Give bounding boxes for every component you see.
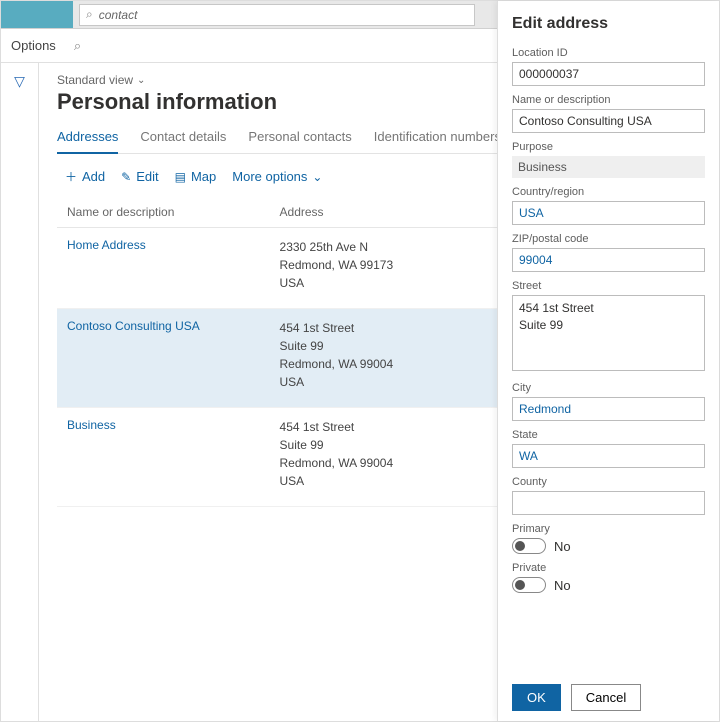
input-country[interactable] [512,201,705,225]
label-city: City [512,382,705,394]
input-city[interactable] [512,397,705,421]
label-zip: ZIP/postal code [512,233,705,245]
toggle-primary-value: No [554,539,571,554]
input-name[interactable] [512,109,705,133]
label-primary: Primary [512,523,705,535]
label-state: State [512,429,705,441]
field-primary: Primary No [512,523,705,554]
field-county: County [512,476,705,515]
col-address[interactable]: Address [270,197,528,228]
more-label: More options [232,169,307,184]
add-label: Add [82,169,105,184]
field-name: Name or description [512,94,705,133]
tab-identification-numbers[interactable]: Identification numbers [374,129,501,153]
more-options-button[interactable]: More options ⌄ [232,169,322,184]
map-label: Map [191,169,216,184]
toggle-private[interactable] [512,577,546,593]
input-street[interactable] [512,295,705,371]
pencil-icon: ✎ [121,170,131,184]
field-street: Street [512,280,705,374]
filter-icon[interactable]: ▽ [14,73,25,721]
edit-button[interactable]: ✎ Edit [121,169,158,184]
cell-name[interactable]: Business [57,408,270,507]
plus-icon: ＋ [65,168,77,185]
input-county[interactable] [512,491,705,515]
cancel-button[interactable]: Cancel [571,684,641,711]
search-icon: ⌕ [86,7,93,22]
toolbar-search-icon[interactable]: ⌕ [74,38,81,54]
cell-name[interactable]: Home Address [57,228,270,309]
field-location-id: Location ID [512,47,705,86]
label-purpose: Purpose [512,141,705,153]
pane-footer: OK Cancel [512,672,705,711]
input-zip[interactable] [512,248,705,272]
toggle-primary[interactable] [512,538,546,554]
cell-address: 2330 25th Ave NRedmond, WA 99173USA [270,228,528,309]
edit-label: Edit [136,169,158,184]
view-label: Standard view [57,73,133,87]
app-brand-block [1,1,73,28]
readonly-purpose: Business [512,156,705,178]
cell-name[interactable]: Contoso Consulting USA [57,309,270,408]
col-name[interactable]: Name or description [57,197,270,228]
left-gutter: ▽ [1,63,39,721]
label-private: Private [512,562,705,574]
map-icon: ▤ [175,170,186,184]
label-name: Name or description [512,94,705,106]
field-private: Private No [512,562,705,593]
cell-address: 454 1st StreetSuite 99Redmond, WA 99004U… [270,309,528,408]
field-zip: ZIP/postal code [512,233,705,272]
tab-addresses[interactable]: Addresses [57,129,118,154]
chevron-down-icon: ⌄ [137,75,145,86]
field-purpose: Purpose Business [512,141,705,178]
options-menu[interactable]: Options [11,38,56,53]
field-country: Country/region [512,186,705,225]
input-location-id[interactable] [512,62,705,86]
global-search-input[interactable] [99,8,468,22]
label-country: Country/region [512,186,705,198]
tab-contact-details[interactable]: Contact details [140,129,226,153]
toggle-private-value: No [554,578,571,593]
input-state[interactable] [512,444,705,468]
field-state: State [512,429,705,468]
field-city: City [512,382,705,421]
label-location-id: Location ID [512,47,705,59]
edit-address-pane: Edit address Location ID Name or descrip… [497,1,719,721]
cell-address: 454 1st StreetSuite 99Redmond, WA 99004U… [270,408,528,507]
label-street: Street [512,280,705,292]
global-search-wrap: ⌕ [79,4,475,26]
tab-personal-contacts[interactable]: Personal contacts [248,129,351,153]
pane-title: Edit address [512,15,705,33]
label-county: County [512,476,705,488]
add-button[interactable]: ＋ Add [65,168,105,185]
ok-button[interactable]: OK [512,684,561,711]
global-search[interactable]: ⌕ [79,4,475,26]
map-button[interactable]: ▤ Map [175,169,217,184]
chevron-down-icon: ⌄ [312,170,322,184]
